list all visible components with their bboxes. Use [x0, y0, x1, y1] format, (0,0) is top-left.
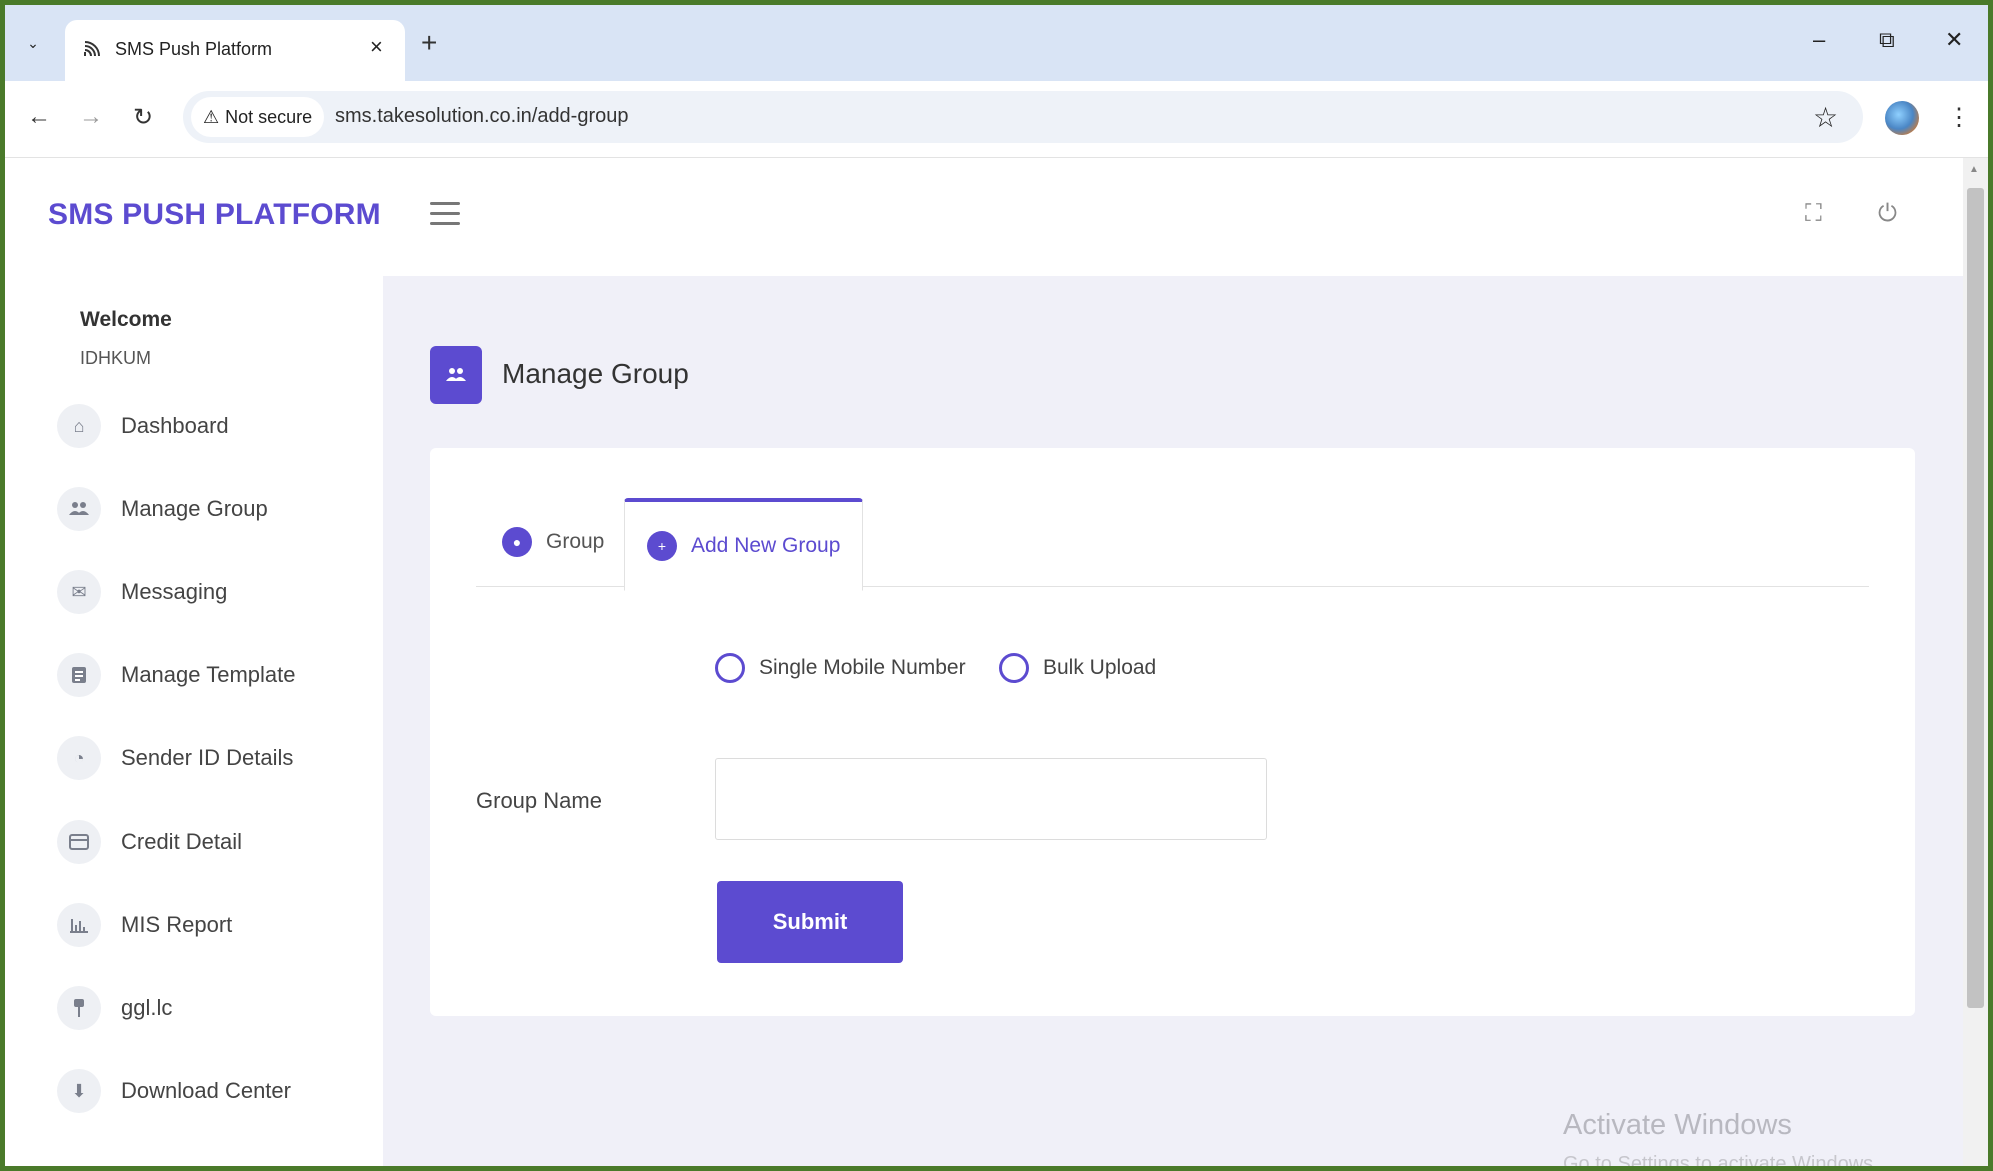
scroll-thumb[interactable] [1967, 188, 1984, 1008]
power-icon[interactable]: ⏻ [1878, 200, 1897, 228]
sidebar-item-label: Credit Detail [121, 829, 243, 854]
sidebar-item-sender-id-details[interactable]: ◔ Sender ID Details [57, 733, 293, 783]
browser-window: ⌄ SMS Push Platform × + – ⧉ ✕ ← → ↻ ⚠ No… [5, 5, 1988, 1166]
form-card: ● Group + Add New Group Single Mobile Nu… [430, 448, 1915, 1016]
username: IDHKUM [80, 348, 151, 368]
sidebar-item-messaging[interactable]: ✉ Messaging [57, 567, 227, 617]
forward-arrow-icon[interactable]: → [79, 103, 103, 131]
new-tab-button[interactable]: + [421, 29, 437, 57]
browser-toolbar: ← → ↻ ⚠ Not secure sms.takesolution.co.i… [5, 81, 1988, 158]
brand-title[interactable]: SMS PUSH PLATFORM [48, 198, 381, 232]
app-root: SMS PUSH PLATFORM ⛶ ⏻ Welcome IDHKUM ⌂ D… [5, 158, 1963, 1166]
tab-add-new-group[interactable]: + Add New Group [624, 498, 864, 591]
sidebar-item-manage-group[interactable]: Manage Group [57, 484, 268, 534]
bar-chart-icon [57, 903, 101, 947]
tab-group[interactable]: ● Group [490, 498, 616, 586]
back-arrow-icon[interactable]: ← [27, 103, 51, 131]
sidebar-item-label: ggl.lc [121, 995, 173, 1020]
tab-title: SMS Push Platform [115, 39, 273, 59]
signal-icon [84, 41, 100, 57]
sidebar-item-label: Manage Group [121, 496, 268, 521]
group-name-field[interactable] [715, 758, 1267, 840]
tab-label: Group [546, 530, 605, 553]
activate-windows-watermark: Activate Windows [1563, 1109, 1792, 1141]
hamburger-menu-icon[interactable] [430, 202, 460, 226]
sidebar-item-ggl-lc[interactable]: ggl.lc [57, 983, 172, 1033]
sidebar-item-label: Sender ID Details [121, 745, 294, 770]
user-icon: ● [502, 527, 532, 557]
document-icon [57, 653, 101, 697]
group-page-icon [430, 346, 482, 404]
radio-label: Bulk Upload [1043, 656, 1157, 679]
fullscreen-icon[interactable]: ⛶ [1805, 200, 1822, 228]
scroll-up-arrow-icon[interactable]: ▲ [1969, 164, 1979, 175]
sidebar-item-credit-detail[interactable]: Credit Detail [57, 817, 242, 867]
close-window-button[interactable]: ✕ [1945, 27, 1963, 53]
sidebar-item-label: Download Center [121, 1078, 291, 1103]
submit-button[interactable]: Submit [717, 881, 903, 963]
tab-close-icon[interactable]: × [370, 34, 383, 60]
sidebar-item-download-center[interactable]: ⬇ Download Center [57, 1066, 291, 1116]
browser-tab[interactable]: SMS Push Platform × [65, 20, 405, 81]
sidebar: Welcome IDHKUM ⌂ Dashboard Manage Group … [5, 276, 383, 1166]
security-indicator[interactable]: ⚠ Not secure [191, 97, 325, 137]
radio-single-mobile-number[interactable]: Single Mobile Number [715, 653, 966, 683]
welcome-label: Welcome [80, 308, 172, 331]
card-icon [57, 820, 101, 864]
tab-search-button[interactable]: ⌄ [17, 27, 49, 59]
browser-menu-icon[interactable]: ⋮ [1947, 103, 1971, 132]
add-user-icon: + [647, 531, 677, 561]
security-label: Not secure [225, 106, 313, 127]
url-text[interactable]: sms.takesolution.co.in/add-group [335, 105, 629, 128]
page-scrollbar[interactable]: ▲ [1963, 158, 1988, 1166]
radio-button[interactable] [999, 653, 1029, 683]
profile-avatar[interactable] [1885, 101, 1919, 135]
group-name-label: Group Name [476, 788, 602, 813]
sender-icon: ◔ [57, 736, 101, 780]
chevron-down-icon: ⌄ [27, 34, 39, 51]
sidebar-item-manage-template[interactable]: Manage Template [57, 650, 296, 700]
page-title: Manage Group [502, 358, 689, 389]
radio-label: Single Mobile Number [759, 656, 966, 679]
address-bar[interactable]: ⚠ Not secure sms.takesolution.co.in/add-… [183, 91, 1863, 143]
mail-icon: ✉ [57, 570, 101, 614]
restore-button[interactable]: ⧉ [1879, 27, 1895, 53]
sidebar-item-label: Dashboard [121, 413, 229, 438]
tab-label: Add New Group [691, 534, 841, 557]
warning-icon: ⚠ [203, 106, 220, 127]
app-header: SMS PUSH PLATFORM ⛶ ⏻ [5, 158, 1963, 276]
pin-icon [57, 986, 101, 1030]
sidebar-item-dashboard[interactable]: ⌂ Dashboard [57, 401, 229, 451]
sidebar-item-label: Manage Template [121, 662, 296, 687]
sidebar-item-mis-report[interactable]: MIS Report [57, 900, 232, 950]
minimize-button[interactable]: – [1813, 27, 1825, 53]
tab-strip: ⌄ SMS Push Platform × + – ⧉ ✕ [5, 5, 1988, 81]
home-icon: ⌂ [57, 404, 101, 448]
radio-bulk-upload[interactable]: Bulk Upload [999, 653, 1156, 683]
download-icon: ⬇ [57, 1069, 101, 1113]
sidebar-item-label: MIS Report [121, 912, 233, 937]
bookmark-star-icon[interactable]: ☆ [1813, 101, 1838, 134]
activate-windows-subtext: Go to Settings to activate Windows. [1563, 1153, 1879, 1166]
reload-icon[interactable]: ↻ [133, 103, 153, 132]
sidebar-item-label: Messaging [121, 579, 228, 604]
radio-button[interactable] [715, 653, 745, 683]
users-icon [57, 487, 101, 531]
